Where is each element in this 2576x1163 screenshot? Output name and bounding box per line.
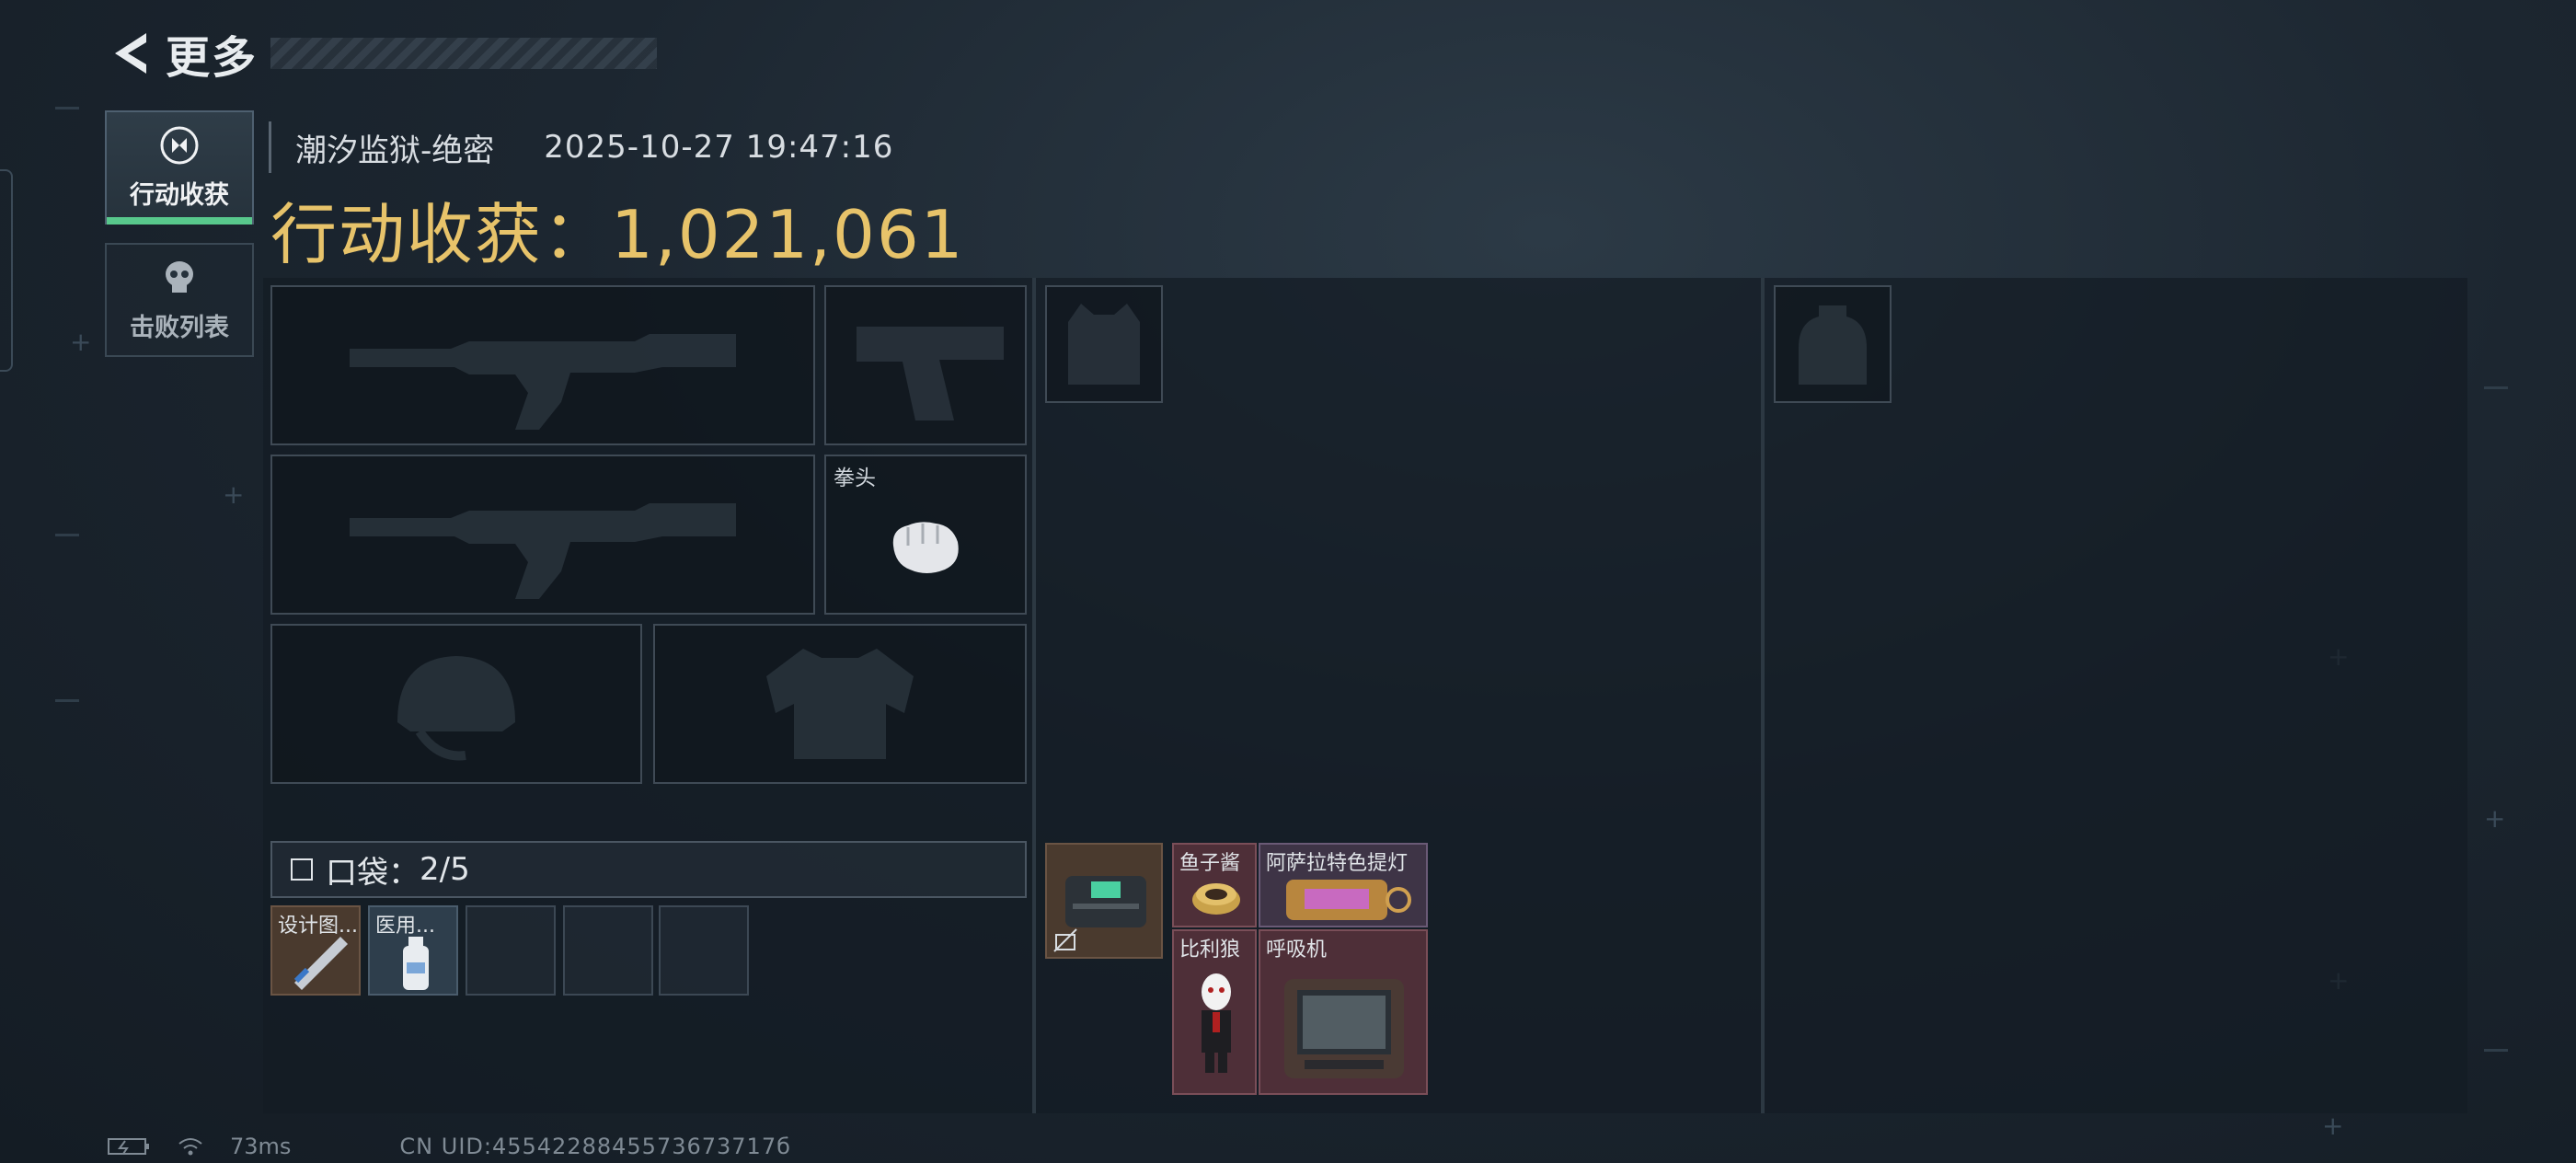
- header: 更多: [103, 22, 658, 85]
- item-label: 比利狼: [1179, 938, 1241, 961]
- match-datetime: 2025-10-27 19:47:16: [544, 129, 894, 166]
- no-insure-icon: [1053, 928, 1077, 952]
- side-drawer-edge[interactable]: [0, 169, 13, 372]
- pocket-icon: [291, 858, 313, 881]
- page-title: 更多: [166, 32, 259, 84]
- pocket-header: 口袋： 2/5: [270, 841, 1027, 898]
- armor-icon: [766, 649, 914, 759]
- primary-weapon-slot-1[interactable]: [270, 285, 815, 445]
- sidearm-slot[interactable]: [824, 285, 1027, 445]
- melee-slot[interactable]: 拳头: [824, 455, 1027, 615]
- secure-container[interactable]: [1045, 843, 1163, 959]
- loot-icon: [160, 126, 199, 164]
- vest-item-ventilator[interactable]: 呼吸机: [1259, 929, 1428, 1095]
- tab-defeated-list-label: 击败列表: [130, 313, 229, 342]
- vest-item-asara-lantern[interactable]: 阿萨拉特色提灯: [1259, 843, 1428, 927]
- item-label: 呼吸机: [1266, 938, 1328, 961]
- primary-weapon-slot-2[interactable]: [270, 455, 815, 615]
- pistol-icon: [857, 327, 1004, 420]
- battery-icon: [108, 1138, 149, 1155]
- secure-case-icon: [1065, 876, 1146, 927]
- helmet-icon: [397, 656, 515, 761]
- pocket-item-5[interactable]: [659, 905, 749, 996]
- ventilator-icon: [1284, 979, 1404, 1078]
- backpack-slot[interactable]: [1774, 285, 1892, 403]
- tab-defeated-list[interactable]: 击败列表: [105, 243, 254, 357]
- player-uid: CN UID:4554228845573673717б: [399, 1134, 791, 1159]
- loot-total-value: 1,021,061: [611, 196, 965, 273]
- column-divider: [1032, 278, 1036, 1113]
- body-armor-slot[interactable]: [653, 624, 1027, 784]
- rifle-icon: [350, 334, 736, 430]
- item-label: 医用...: [375, 915, 435, 938]
- map-name: 潮汐监狱-绝密: [295, 132, 495, 169]
- item-label: 设计图...: [278, 915, 358, 938]
- pocket-item-3[interactable]: [466, 905, 556, 996]
- tab-loot-label: 行动收获: [130, 180, 229, 210]
- pocket-item-1[interactable]: 设计图...: [270, 905, 361, 996]
- loot-total-label: 行动收获：: [270, 196, 612, 273]
- header-stripe-decoration: [270, 38, 658, 69]
- item-label: 鱼子酱: [1179, 852, 1241, 875]
- loot-total: 行动收获：1,021,061: [270, 180, 964, 277]
- rifle-icon: [350, 503, 736, 599]
- skull-icon: [166, 260, 193, 293]
- column-divider: [1761, 278, 1765, 1113]
- back-arrow-icon: [115, 33, 146, 74]
- vest-item-caviar[interactable]: 鱼子酱: [1172, 843, 1257, 927]
- wifi-icon: [178, 1138, 202, 1156]
- ping-value: 73ms: [230, 1134, 292, 1159]
- match-info: 潮汐监狱-绝密 2025-10-27 19:47:16: [269, 121, 893, 173]
- pocket-item-4[interactable]: [563, 905, 653, 996]
- chest-rig-slot[interactable]: [1045, 285, 1163, 403]
- medical-bottle-icon: [403, 937, 429, 990]
- helmet-slot[interactable]: [270, 624, 642, 784]
- item-label: 阿萨拉特色提灯: [1266, 852, 1409, 875]
- status-footer: 73ms CN UID:4554228845573673717б: [107, 1134, 791, 1159]
- caviar-icon: [1192, 883, 1240, 915]
- back-button[interactable]: [103, 26, 155, 81]
- tab-loot[interactable]: 行动收获: [105, 110, 254, 225]
- pocket-item-2[interactable]: 医用...: [368, 905, 458, 996]
- pocket-label: 口袋：: [326, 854, 420, 892]
- melee-label: 拳头: [834, 466, 876, 490]
- vest-item-billy[interactable]: 比利狼: [1172, 929, 1257, 1095]
- fist-icon: [892, 522, 959, 573]
- backpack-icon: [1799, 305, 1867, 385]
- pocket-count: 2/5: [420, 851, 470, 888]
- chest-rig-icon: [1068, 304, 1140, 385]
- lantern-icon: [1286, 880, 1411, 920]
- puppet-icon: [1202, 973, 1231, 1073]
